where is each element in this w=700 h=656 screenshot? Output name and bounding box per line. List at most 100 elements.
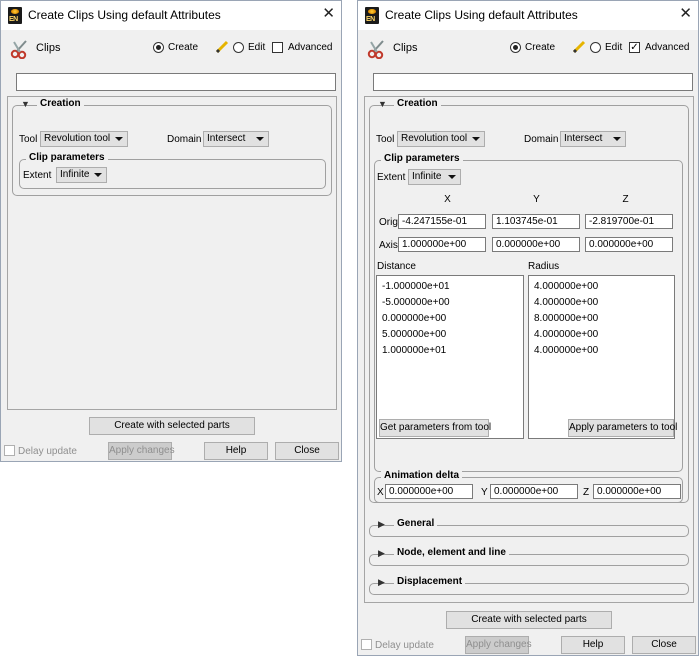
- anim-x-field[interactable]: 0.000000e+00: [385, 484, 473, 499]
- mode-header: Clips Create Edit Advanced: [1, 30, 341, 66]
- edit-radio[interactable]: [590, 42, 601, 53]
- node-element-line-section[interactable]: ▶ Node, element and line: [369, 547, 689, 566]
- orig-z-field[interactable]: -2.819700e-01: [585, 214, 673, 229]
- orig-label: Orig: [379, 217, 398, 228]
- edit-radio[interactable]: [233, 42, 244, 53]
- orig-y-field[interactable]: 1.103745e-01: [492, 214, 580, 229]
- displacement-section[interactable]: ▶ Displacement: [369, 576, 689, 595]
- edit-radio-label: Edit: [605, 42, 623, 53]
- clip-parameters-title: Clip parameters: [381, 153, 463, 164]
- clips-label: Clips: [393, 42, 418, 54]
- orig-x-field[interactable]: -4.247155e-01: [398, 214, 486, 229]
- column-y-header: Y: [533, 194, 540, 205]
- creation-title: Creation: [37, 98, 84, 109]
- create-with-selected-parts-button[interactable]: Create with selected parts: [446, 611, 612, 629]
- clip-parameters-group: Clip parameters Extent Infinite X Y Z Or…: [374, 153, 683, 472]
- pencil-icon: [572, 40, 586, 54]
- distance-label: Distance: [377, 261, 416, 272]
- extent-select[interactable]: Infinite: [408, 169, 461, 185]
- creation-group: ▼ Creation Tool Revolution tool Domain I…: [12, 98, 332, 196]
- axis-label: Axis: [379, 240, 398, 251]
- extent-label: Extent: [23, 170, 52, 181]
- list-item[interactable]: 0.000000e+00: [382, 313, 446, 324]
- list-item[interactable]: 4.000000e+00: [534, 345, 598, 356]
- column-z-header: Z: [622, 194, 629, 205]
- node-element-line-title: Node, element and line: [394, 547, 509, 558]
- title-bar[interactable]: EN Create Clips Using default Attributes…: [1, 1, 341, 30]
- list-item[interactable]: 4.000000e+00: [534, 297, 598, 308]
- help-button[interactable]: Help: [561, 636, 625, 654]
- advanced-label: Advanced: [645, 42, 690, 53]
- general-title: General: [394, 518, 438, 529]
- anim-z-field[interactable]: 0.000000e+00: [593, 484, 681, 499]
- clip-parameters-title: Clip parameters: [26, 152, 108, 163]
- window-title: Create Clips Using default Attributes: [385, 8, 578, 22]
- general-section[interactable]: ▶ General: [369, 518, 689, 537]
- animation-delta-group: Animation delta X 0.000000e+00 Y 0.00000…: [374, 470, 683, 503]
- delay-update-label: Delay update: [18, 446, 77, 457]
- window-title: Create Clips Using default Attributes: [28, 8, 221, 22]
- domain-label: Domain: [167, 134, 202, 145]
- axis-x-field[interactable]: 1.000000e+00: [398, 237, 486, 252]
- domain-select[interactable]: Intersect: [203, 131, 269, 147]
- anim-x-label: X: [377, 487, 384, 498]
- name-input[interactable]: [373, 73, 693, 91]
- apply-changes-button[interactable]: Apply changes: [465, 636, 532, 654]
- apply-parameters-button[interactable]: Apply parameters to tool: [568, 419, 677, 437]
- tool-select[interactable]: Revolution tool: [40, 131, 128, 147]
- right-window: EN Create Clips Using default Attributes…: [357, 0, 699, 656]
- settings-panel: ▼ Creation Tool Revolution tool Domain I…: [7, 96, 337, 410]
- pencil-icon: [215, 40, 229, 54]
- tool-label: Tool: [19, 134, 38, 145]
- column-x-header: X: [444, 194, 451, 205]
- expand-triangle-icon[interactable]: ▶: [378, 548, 385, 559]
- delay-update-label: Delay update: [375, 640, 434, 651]
- list-item[interactable]: 1.000000e+01: [382, 345, 446, 356]
- tool-select[interactable]: Revolution tool: [397, 131, 485, 147]
- create-radio[interactable]: [510, 42, 521, 53]
- expand-triangle-icon[interactable]: ▶: [378, 519, 385, 530]
- list-item[interactable]: 8.000000e+00: [534, 313, 598, 324]
- edit-radio-label: Edit: [248, 42, 266, 53]
- title-bar[interactable]: EN Create Clips Using default Attributes…: [358, 1, 698, 30]
- mode-header: Clips Create Edit ✓ Advanced: [358, 30, 698, 66]
- create-with-selected-parts-button[interactable]: Create with selected parts: [89, 417, 255, 435]
- close-window-icon[interactable]: ✕: [679, 5, 692, 23]
- anim-z-label: Z: [583, 487, 590, 498]
- list-item[interactable]: -5.000000e+00: [382, 297, 450, 308]
- create-radio-label: Create: [525, 42, 556, 53]
- create-radio-label: Create: [168, 42, 199, 53]
- close-window-icon[interactable]: ✕: [322, 5, 335, 23]
- axis-z-field[interactable]: 0.000000e+00: [585, 237, 673, 252]
- anim-y-label: Y: [481, 487, 488, 498]
- name-input[interactable]: [16, 73, 336, 91]
- distance-list[interactable]: -1.000000e+01 -5.000000e+00 0.000000e+00…: [376, 275, 524, 439]
- creation-group: ▼ Creation Tool Revolution tool Domain I…: [369, 98, 689, 503]
- close-button[interactable]: Close: [632, 636, 696, 654]
- animation-delta-title: Animation delta: [381, 470, 463, 481]
- create-radio[interactable]: [153, 42, 164, 53]
- collapse-triangle-icon[interactable]: ▼: [378, 99, 387, 109]
- anim-y-field[interactable]: 0.000000e+00: [490, 484, 578, 499]
- collapse-triangle-icon[interactable]: ▼: [21, 99, 30, 109]
- expand-triangle-icon[interactable]: ▶: [378, 577, 385, 588]
- list-item[interactable]: 5.000000e+00: [382, 329, 446, 340]
- list-item[interactable]: 4.000000e+00: [534, 329, 598, 340]
- list-item[interactable]: -1.000000e+01: [382, 281, 450, 292]
- settings-panel: ▼ Creation Tool Revolution tool Domain I…: [364, 96, 694, 603]
- delay-update-checkbox[interactable]: [4, 445, 15, 456]
- axis-y-field[interactable]: 0.000000e+00: [492, 237, 580, 252]
- advanced-checkbox[interactable]: ✓: [629, 42, 640, 53]
- close-button[interactable]: Close: [275, 442, 339, 460]
- domain-select[interactable]: Intersect: [560, 131, 626, 147]
- extent-select[interactable]: Infinite: [56, 167, 107, 183]
- get-parameters-button[interactable]: Get parameters from tool: [379, 419, 491, 437]
- app-icon: EN: [365, 7, 379, 24]
- delay-update-checkbox[interactable]: [361, 639, 372, 650]
- advanced-checkbox[interactable]: [272, 42, 283, 53]
- radius-list[interactable]: 4.000000e+00 4.000000e+00 8.000000e+00 4…: [528, 275, 677, 439]
- clips-label: Clips: [36, 42, 61, 54]
- apply-changes-button[interactable]: Apply changes: [108, 442, 175, 460]
- list-item[interactable]: 4.000000e+00: [534, 281, 598, 292]
- help-button[interactable]: Help: [204, 442, 268, 460]
